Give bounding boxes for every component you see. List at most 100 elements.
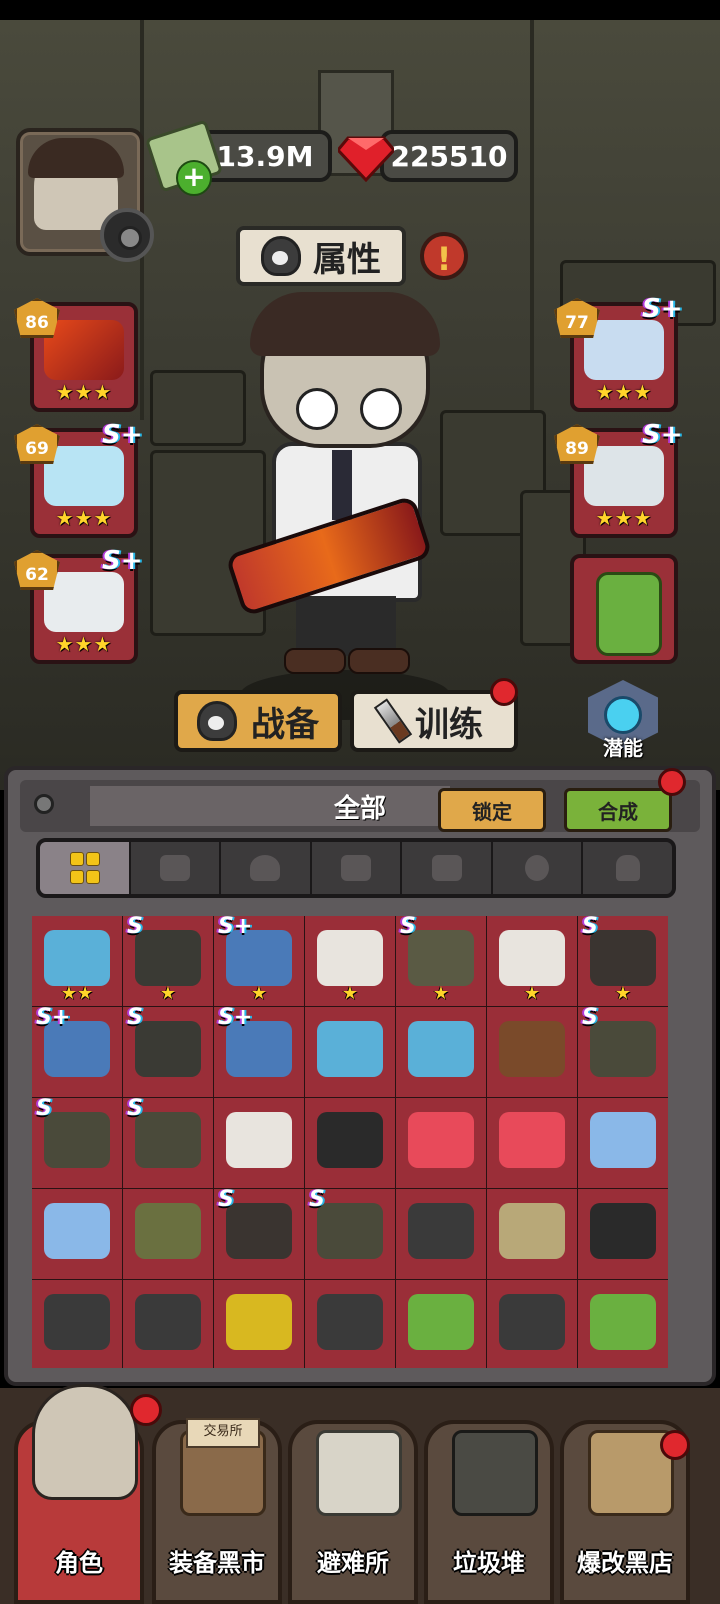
item-stars: ★ xyxy=(614,983,632,1004)
inventory-item[interactable] xyxy=(32,1189,122,1279)
mask-icon xyxy=(525,855,550,881)
inventory-item[interactable] xyxy=(487,1007,577,1097)
grid-icon xyxy=(70,852,101,884)
nav-character[interactable]: 角色 xyxy=(14,1384,144,1604)
shelter-building-icon xyxy=(316,1430,402,1516)
inventory-item[interactable] xyxy=(214,1280,304,1368)
grade-badge: S xyxy=(127,1007,143,1030)
item-icon xyxy=(499,1021,565,1077)
nav-label: 爆改黑店 xyxy=(577,1549,673,1577)
filter-gun[interactable] xyxy=(130,842,222,894)
white-helmet-icon xyxy=(584,446,664,506)
hood-icon xyxy=(261,236,301,276)
inventory-item[interactable]: S ★ xyxy=(396,916,486,1006)
inventory-item[interactable]: S+ xyxy=(32,1007,122,1097)
inventory-item[interactable]: S xyxy=(123,1007,213,1097)
item-icon xyxy=(317,930,383,986)
inventory-item[interactable]: S xyxy=(123,1098,213,1188)
nav-shelter[interactable]: 避难所 xyxy=(288,1420,418,1604)
equip-slot-backpack[interactable] xyxy=(570,554,678,664)
item-icon xyxy=(317,1112,383,1168)
grade-badge: S+ xyxy=(642,420,683,450)
tab-gear[interactable]: 战备 xyxy=(174,690,342,752)
grade-badge: S xyxy=(218,1189,234,1212)
inventory-item[interactable] xyxy=(305,1280,395,1368)
inventory-item[interactable] xyxy=(487,1098,577,1188)
inventory-item[interactable] xyxy=(396,1007,486,1097)
inventory-item[interactable] xyxy=(123,1189,213,1279)
item-icon xyxy=(135,930,201,986)
inventory-item[interactable] xyxy=(487,1189,577,1279)
inventory-item[interactable] xyxy=(396,1098,486,1188)
slot-stars: ★★★ xyxy=(595,506,653,530)
grade-badge: S xyxy=(400,916,416,939)
inventory-item[interactable] xyxy=(396,1280,486,1368)
filter-pants[interactable] xyxy=(311,842,403,894)
add-money-icon[interactable]: + xyxy=(176,160,212,196)
flame-rifle-icon xyxy=(44,320,124,380)
tab-training-label: 训练 xyxy=(415,704,483,745)
alert-icon[interactable]: ! xyxy=(420,232,468,280)
settings-gear-icon[interactable] xyxy=(100,208,154,262)
eye xyxy=(296,388,338,430)
inventory-item[interactable] xyxy=(32,1280,122,1368)
inventory-item[interactable]: S+ ★ xyxy=(214,916,304,1006)
inventory-item[interactable] xyxy=(305,1007,395,1097)
filter-mask[interactable] xyxy=(492,842,584,894)
item-icon xyxy=(408,1294,474,1350)
ruby-gem-icon xyxy=(338,136,394,182)
nav-junkyard[interactable]: 垃圾堆 xyxy=(424,1420,554,1604)
attributes-button[interactable]: 属性 xyxy=(236,226,406,286)
item-icon xyxy=(317,1203,383,1259)
inventory-item[interactable]: S xyxy=(32,1098,122,1188)
inventory-item[interactable] xyxy=(487,1280,577,1368)
inventory-item[interactable]: ★ xyxy=(487,916,577,1006)
gem-counter[interactable]: 225510 xyxy=(380,130,518,182)
inventory-item[interactable] xyxy=(123,1280,213,1368)
inventory-item[interactable] xyxy=(214,1098,304,1188)
inventory-item[interactable]: S+ xyxy=(214,1007,304,1097)
item-icon xyxy=(226,1112,292,1168)
filter-helmet[interactable] xyxy=(221,842,312,894)
inventory-item[interactable]: S xyxy=(214,1189,304,1279)
filter-backpack[interactable] xyxy=(583,842,672,894)
helmet-icon xyxy=(250,855,281,881)
item-icon xyxy=(408,1112,474,1168)
grade-badge: S xyxy=(309,1189,325,1212)
slot-stars: ★★★ xyxy=(55,506,113,530)
inventory-title: 全部 xyxy=(333,794,386,824)
lock-button[interactable]: 锁定 xyxy=(438,788,546,832)
inventory-item[interactable] xyxy=(305,1098,395,1188)
item-icon xyxy=(590,1294,656,1350)
inventory-item[interactable] xyxy=(578,1098,668,1188)
inventory-item[interactable] xyxy=(578,1189,668,1279)
inventory-item[interactable]: S xyxy=(305,1189,395,1279)
pants-icon xyxy=(341,855,372,881)
market-sign: 交易所 xyxy=(186,1418,260,1448)
nav-black-market[interactable]: 交易所 装备黑市 xyxy=(152,1418,282,1604)
character-portrait xyxy=(32,1384,138,1500)
gun-icon xyxy=(159,855,190,881)
filter-all[interactable] xyxy=(40,842,131,894)
gem-value: 225510 xyxy=(390,139,508,173)
grade-badge: S+ xyxy=(642,294,683,324)
notification-dot xyxy=(490,678,518,706)
hood-icon xyxy=(197,701,237,741)
grade-badge: S xyxy=(127,916,143,939)
inventory-item[interactable]: S xyxy=(578,1007,668,1097)
green-backpack-icon xyxy=(596,572,662,656)
craft-button[interactable]: 合成 xyxy=(564,788,672,832)
potential-button[interactable]: 潜能 xyxy=(582,676,664,760)
item-icon xyxy=(317,1021,383,1077)
inventory-item[interactable]: S ★ xyxy=(578,916,668,1006)
item-icon xyxy=(226,1294,292,1350)
nav-label: 避难所 xyxy=(317,1549,389,1577)
item-icon xyxy=(590,930,656,986)
grade-badge: S xyxy=(36,1098,52,1121)
inventory-item[interactable] xyxy=(578,1280,668,1368)
inventory-item[interactable]: S ★ xyxy=(123,916,213,1006)
filter-armor[interactable] xyxy=(402,842,493,894)
inventory-item[interactable]: ★ xyxy=(305,916,395,1006)
inventory-item[interactable]: ★★ xyxy=(32,916,122,1006)
inventory-item[interactable] xyxy=(396,1189,486,1279)
